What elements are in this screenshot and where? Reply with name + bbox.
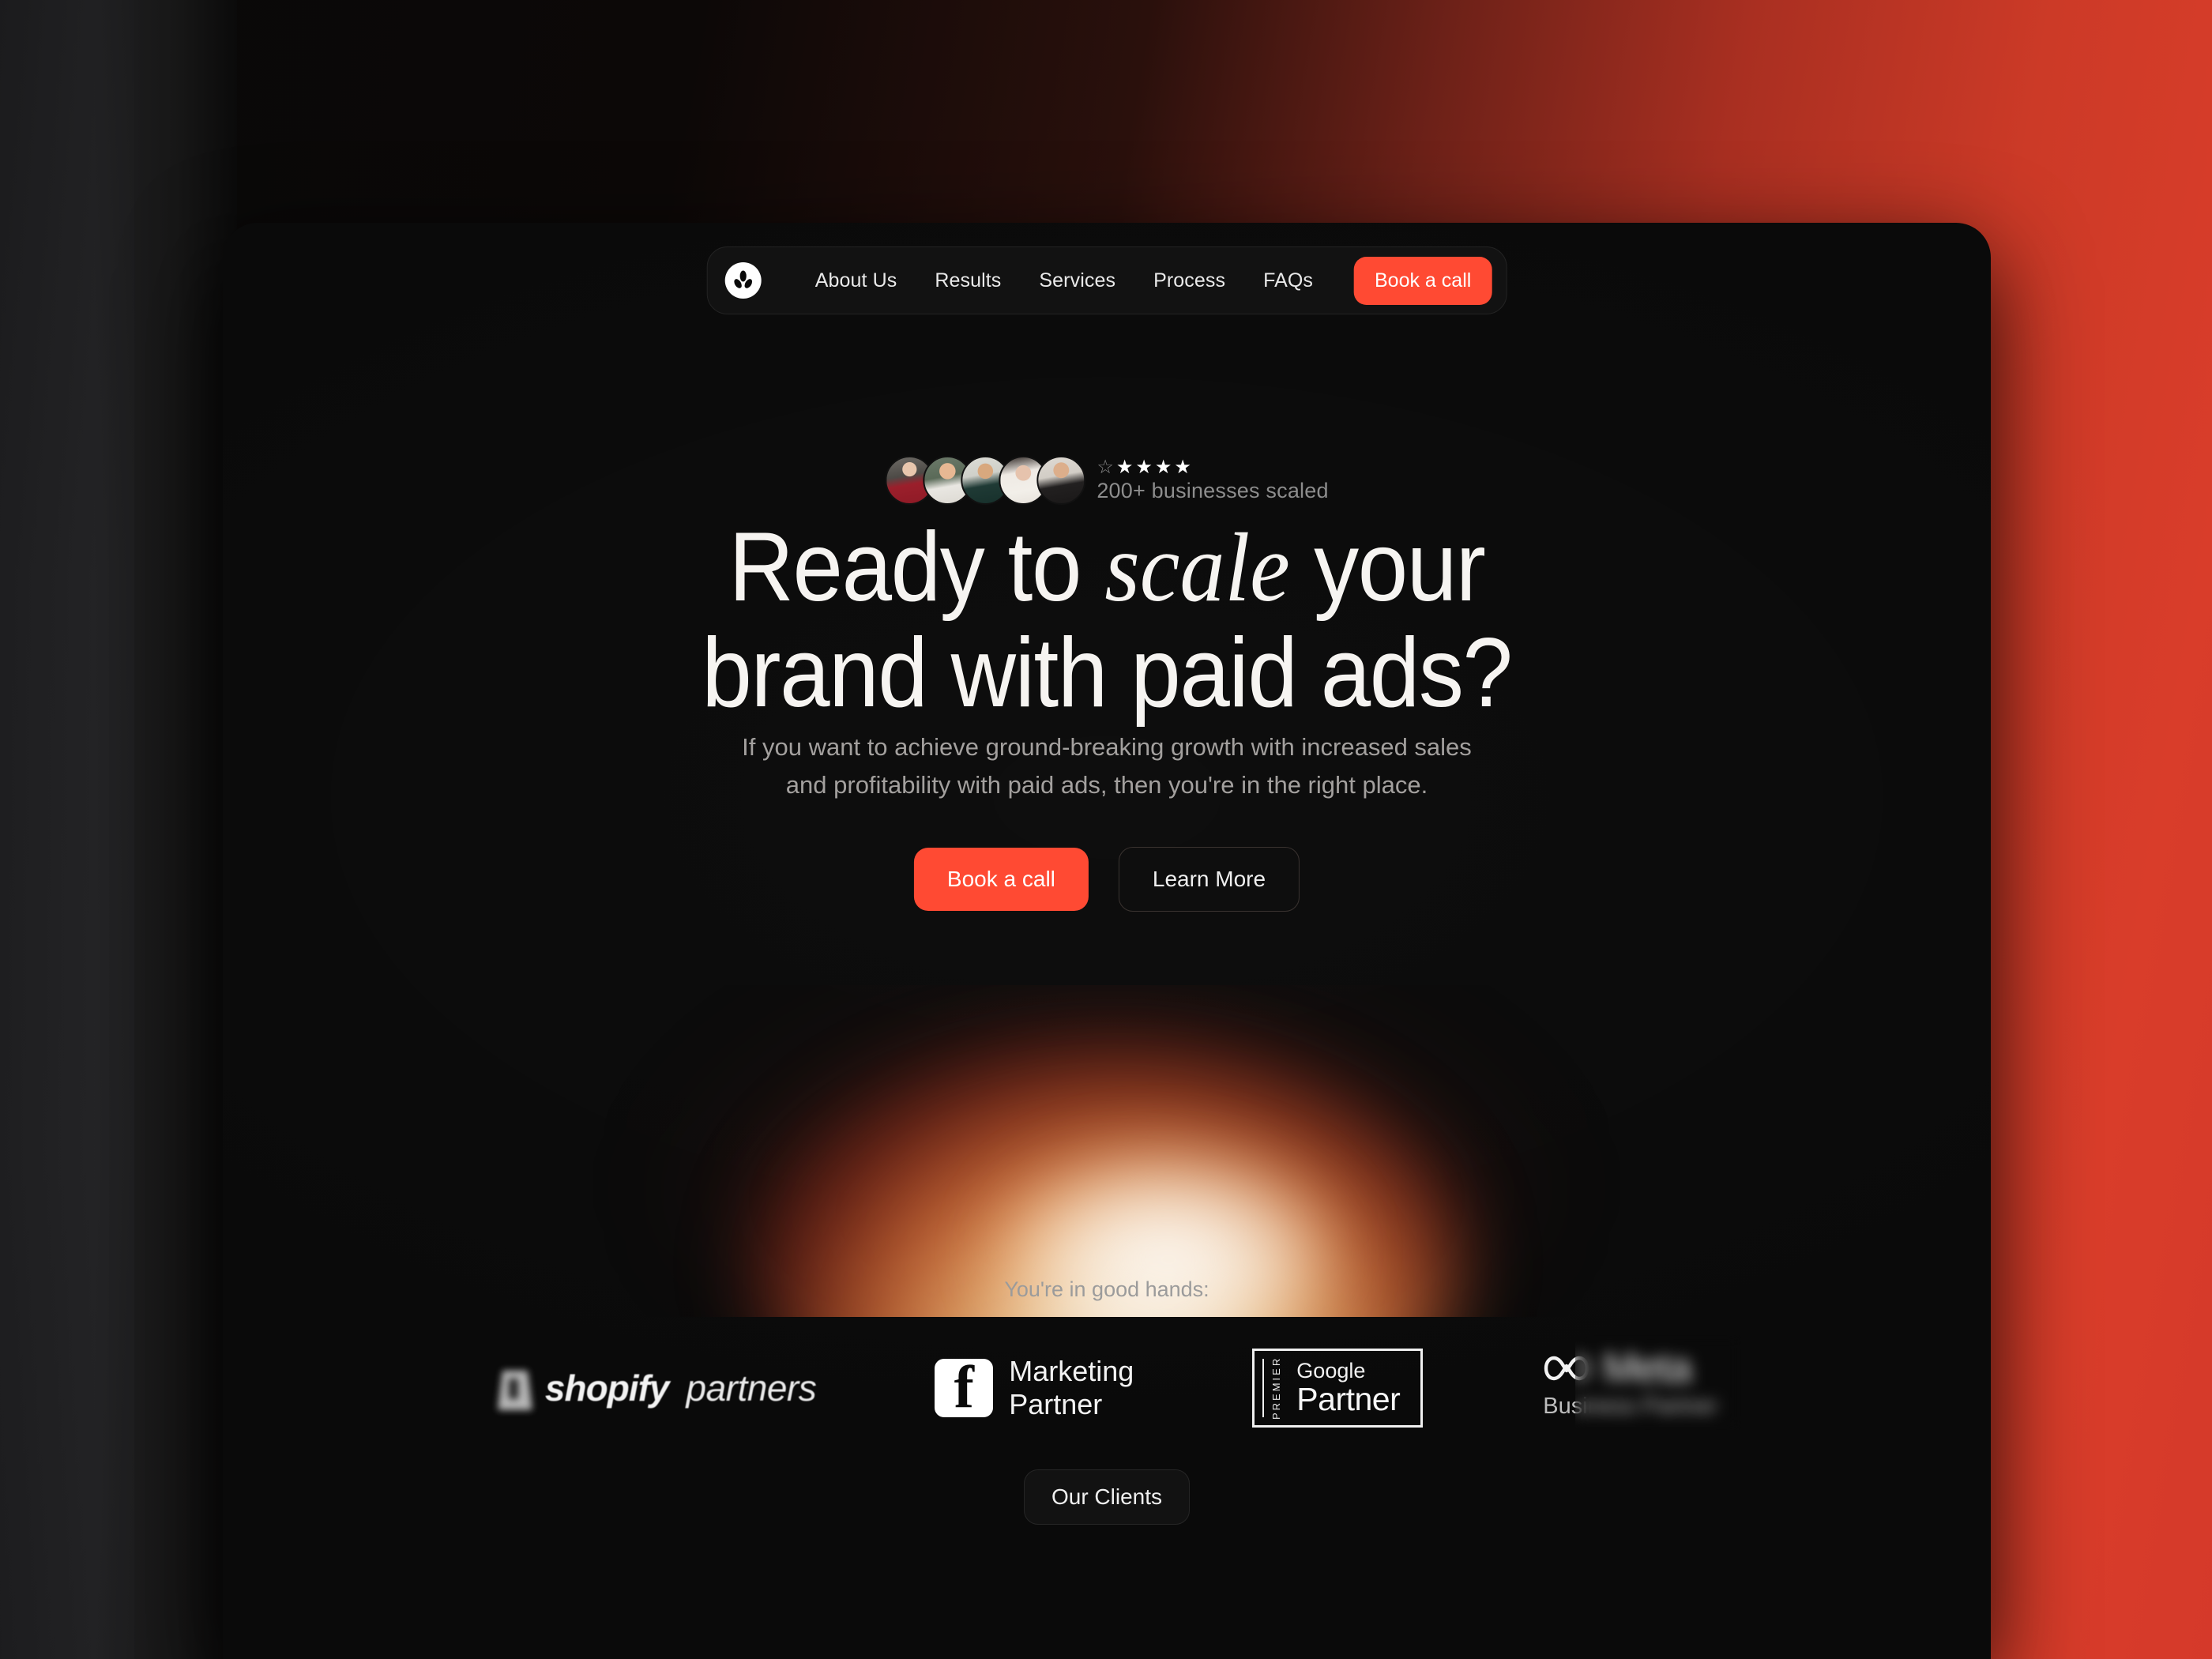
headline-part-1: Ready to: [728, 513, 1105, 622]
star-filled-icon: ★: [1115, 456, 1134, 478]
google-partner-tier-label: Partner: [1296, 1380, 1401, 1417]
brand-logo-icon[interactable]: [724, 262, 762, 299]
shopify-partners-word: partners: [686, 1367, 817, 1409]
hero-subtext-line-1: If you want to achieve ground-breaking g…: [742, 733, 1472, 761]
headline-part-2: your: [1289, 513, 1486, 622]
headline-line-2: brand with paid ads?: [702, 618, 1513, 728]
navbar-book-a-call-button[interactable]: Book a call: [1354, 256, 1492, 305]
hero-cta-row: Book a call Learn More: [913, 847, 1300, 912]
meta-logo-row: Meta: [1541, 1345, 1692, 1392]
social-proof-caption: 200+ businesses scaled: [1097, 478, 1329, 502]
partner-google-premier-partner: PREMIER Google Partner: [1252, 1349, 1424, 1428]
landing-page-card: About Us Results Services Process FAQs B…: [223, 223, 1991, 1659]
facebook-partner-text: Marketing Partner: [1009, 1355, 1134, 1422]
partner-shopify-partners: shopify partners: [496, 1345, 817, 1431]
nav-link-about-us[interactable]: About Us: [796, 269, 916, 292]
glow-core-orange: [751, 1040, 1462, 1317]
card-vignette: [223, 223, 1991, 1659]
glow-outer-red: [664, 985, 1549, 1317]
star-filled-icon: ★: [1154, 456, 1172, 478]
shopify-bag-icon: [496, 1366, 534, 1410]
star-rating: ☆ ★ ★ ★ ★: [1097, 456, 1328, 478]
partner-meta-business-partner: Meta Business Partner: [1541, 1335, 1742, 1431]
facebook-partner-line-2: Partner: [1009, 1388, 1103, 1420]
partner-facebook-marketing-partner: Marketing Partner: [935, 1345, 1134, 1431]
meta-infinity-icon: [1544, 1356, 1589, 1381]
nav-link-faqs[interactable]: FAQs: [1244, 269, 1332, 292]
meta-brand-label: Meta: [1603, 1345, 1692, 1391]
avatar: [1036, 456, 1086, 505]
rating-block: ☆ ★ ★ ★ ★ 200+ businesses scaled: [1097, 456, 1329, 503]
hero-glow-graphic: [593, 985, 1620, 1317]
star-filled-icon: ★: [1174, 456, 1191, 478]
social-proof-block: ☆ ★ ★ ★ ★ 200+ businesses scaled: [885, 456, 1328, 505]
hero-book-a-call-button[interactable]: Book a call: [913, 848, 1089, 911]
main-navbar: About Us Results Services Process FAQs B…: [706, 246, 1507, 314]
nav-link-process[interactable]: Process: [1134, 269, 1244, 292]
star-filled-icon: ★: [1135, 456, 1153, 478]
google-partner-words: Google Partner: [1296, 1360, 1400, 1416]
our-clients-pill[interactable]: Our Clients: [1023, 1469, 1191, 1525]
meta-subtitle-label: Business Partner: [1543, 1394, 1718, 1419]
headline-italic-word: scale: [1104, 514, 1290, 622]
google-brand-label: Google: [1296, 1359, 1366, 1383]
backdrop-left-band: [0, 0, 237, 1659]
star-outline-icon: ☆: [1097, 456, 1114, 478]
partner-logo-row: shopify partners Marketing Partner PREMI…: [223, 1335, 1991, 1431]
hero-subtext-line-2: and profitability with paid ads, then yo…: [785, 771, 1428, 799]
facebook-partner-line-1: Marketing: [1009, 1354, 1134, 1387]
facebook-f-icon: [935, 1359, 994, 1417]
hero-headline: Ready to scale your brand with paid ads?: [294, 513, 1920, 728]
nav-link-services[interactable]: Services: [1020, 269, 1134, 292]
shopify-wordmark: shopify: [544, 1367, 670, 1409]
hero-subtext: If you want to achieve ground-breaking g…: [712, 728, 1502, 804]
nav-link-results[interactable]: Results: [916, 269, 1020, 292]
customer-avatar-group: [885, 456, 1086, 505]
google-premier-label: PREMIER: [1262, 1356, 1285, 1420]
hero-learn-more-button[interactable]: Learn More: [1118, 847, 1300, 912]
partners-label: You're in good hands:: [1004, 1277, 1209, 1301]
page-backdrop: About Us Results Services Process FAQs B…: [0, 0, 2212, 1659]
